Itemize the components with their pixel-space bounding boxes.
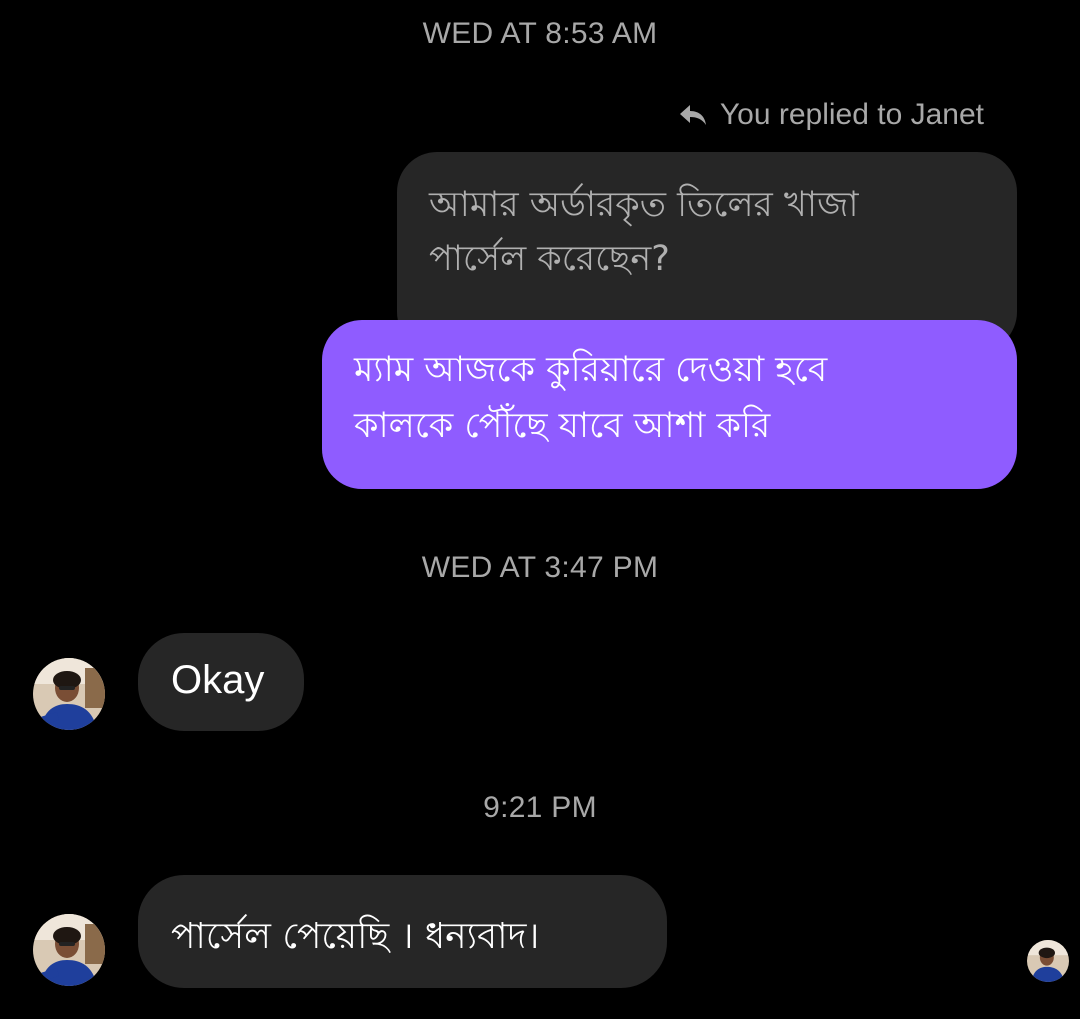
reply-context-header: You replied to Janet [678, 98, 984, 132]
seen-avatar [1027, 940, 1069, 982]
sent-message-bubble[interactable]: ম্যাম আজকে কুরিয়ারে দেওয়া হবে কালকে পৌ… [322, 320, 1017, 489]
timestamp-wed-347: WED AT 3:47 PM [421, 551, 659, 584]
sent-message-line: কালকে পৌঁছে যাবে আশা করি [354, 406, 771, 446]
timestamp-921: 9:21 PM [483, 791, 597, 824]
contact-avatar[interactable] [33, 914, 105, 986]
quoted-message-line: পার্সেল করেছেন? [429, 239, 670, 279]
reply-header-label: You replied to Janet [719, 98, 984, 131]
received-message-okay[interactable]: Okay [138, 633, 304, 731]
contact-avatar[interactable] [33, 658, 105, 730]
quoted-message-line: আমার অর্ডারকৃত তিলের খাজা [429, 185, 859, 225]
reply-arrow-icon [678, 103, 708, 127]
received-message-text: পার্সেল পেয়েছি । ধন্যবাদ। [171, 916, 540, 957]
received-message-parcel[interactable]: পার্সেল পেয়েছি । ধন্যবাদ। [138, 875, 667, 988]
timestamp-wed-853: WED AT 8:53 AM [422, 17, 658, 50]
sent-message-line: ম্যাম আজকে কুরিয়ারে দেওয়া হবে [354, 350, 828, 390]
received-message-text: Okay [171, 658, 265, 702]
